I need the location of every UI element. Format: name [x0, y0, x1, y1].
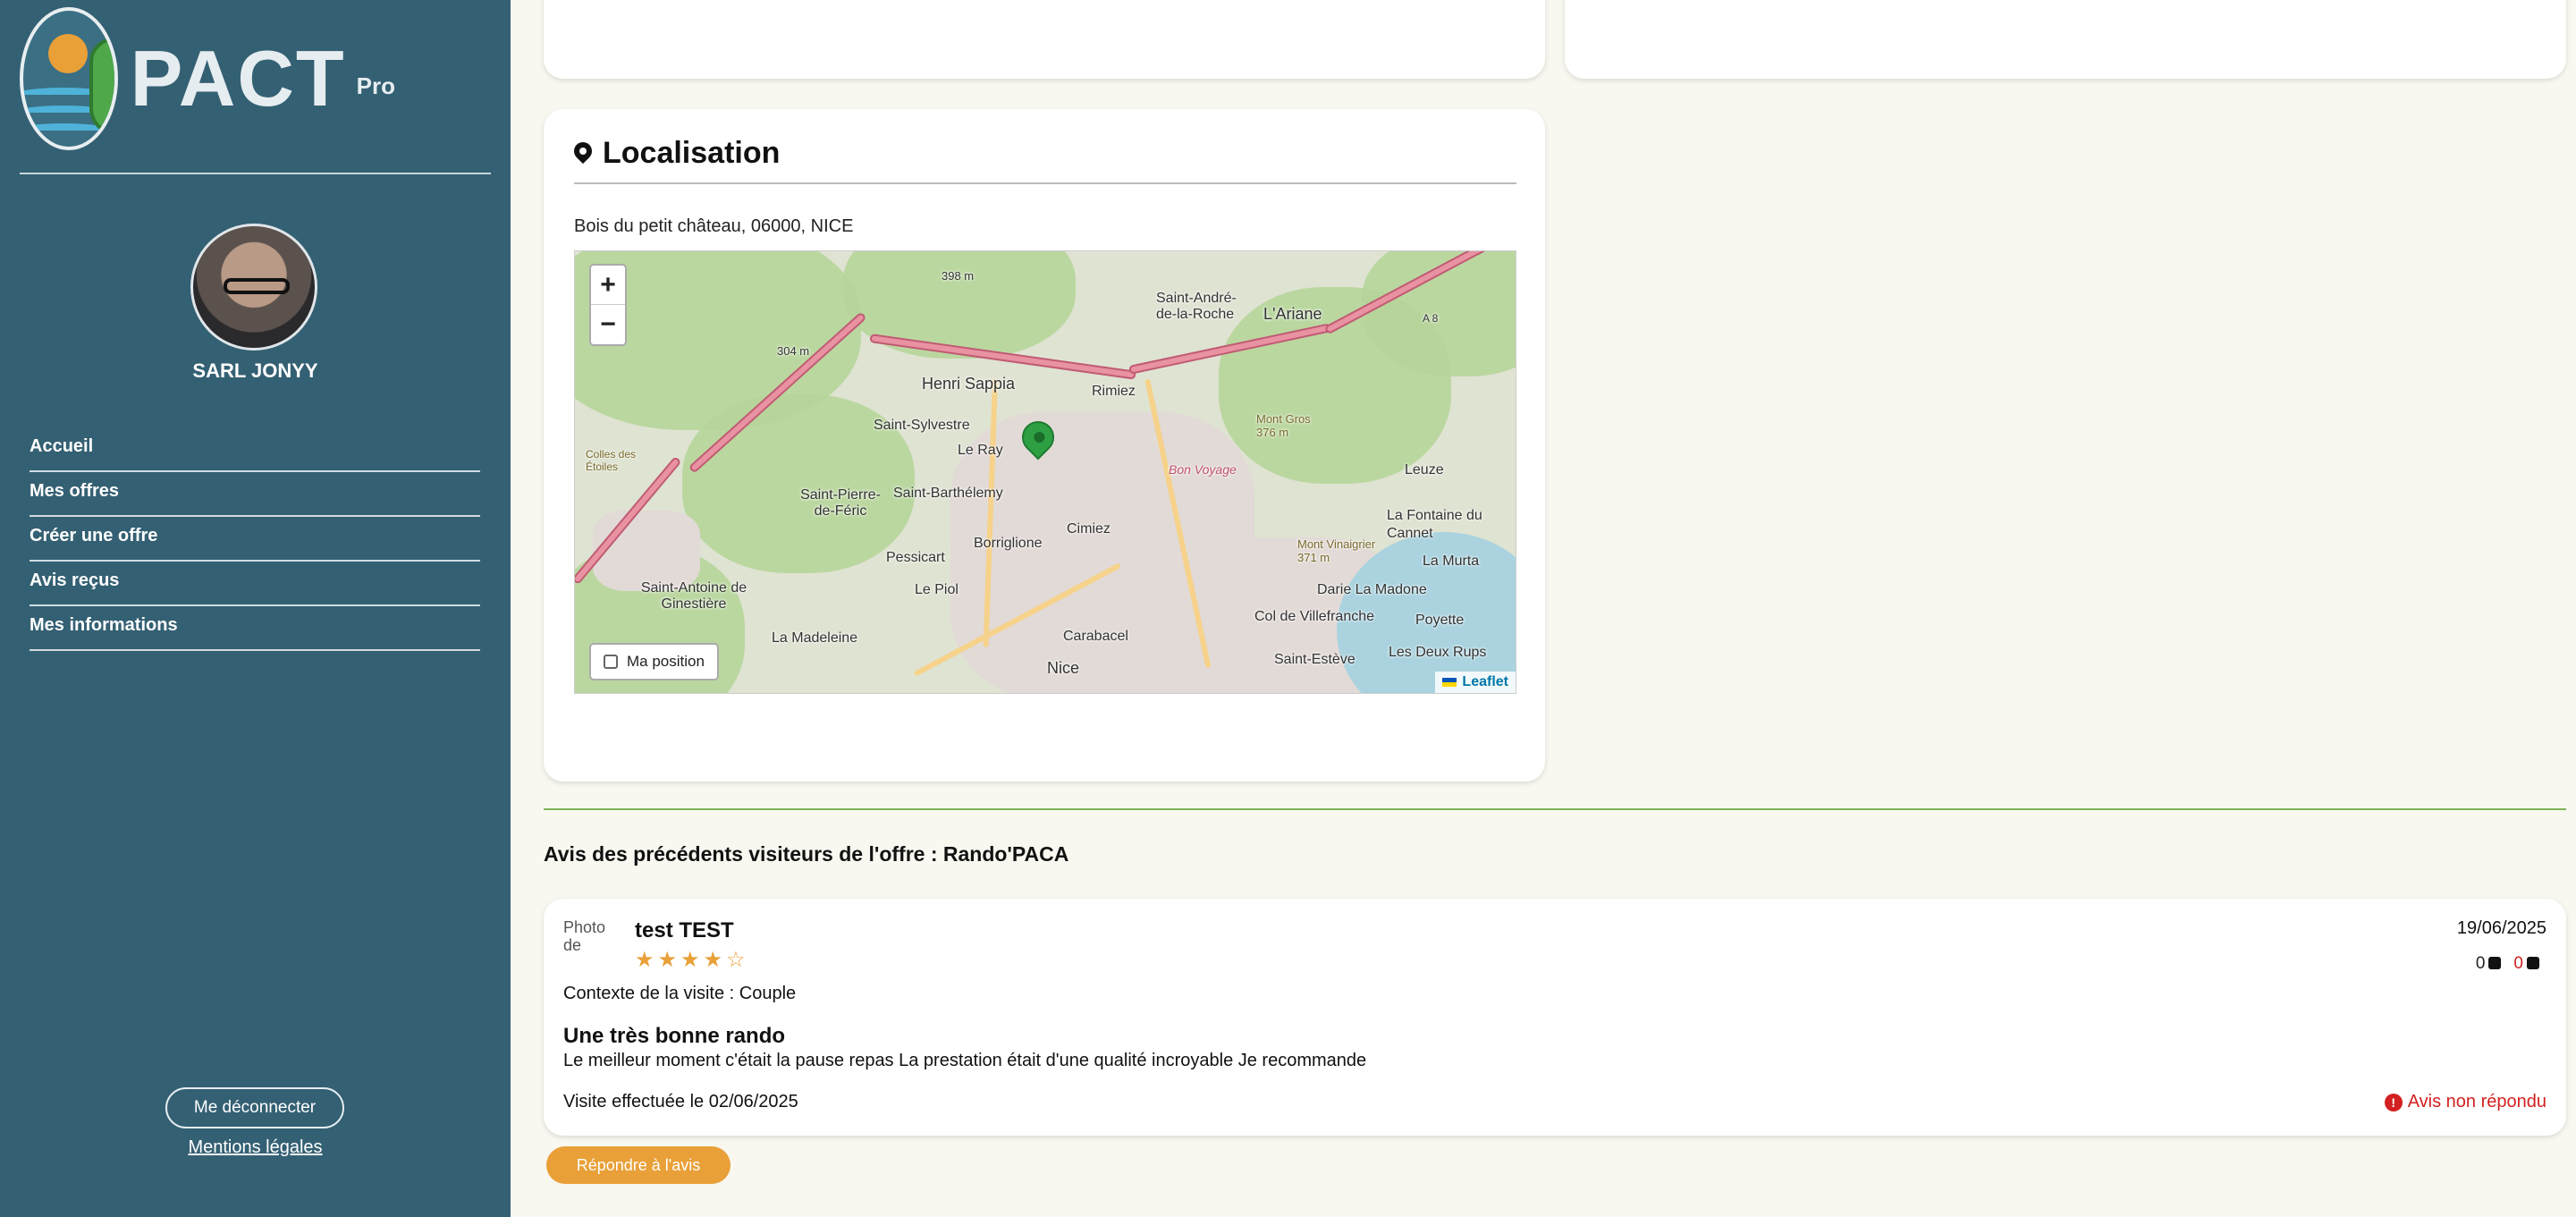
map-attribution: Leaflet	[1435, 672, 1516, 693]
map-label: La Madeleine	[772, 630, 858, 646]
map-label: Col de Villefranche	[1254, 609, 1375, 624]
map-label: Carabacel	[1063, 629, 1128, 644]
my-position-toggle[interactable]: Ma position	[589, 643, 719, 680]
legal-link[interactable]: Mentions légales	[0, 1137, 511, 1158]
map-label: 398 m	[942, 269, 975, 283]
location-address: Bois du petit château, 06000, NICE	[574, 216, 854, 236]
map-label: Mont Vinaigrier 371 m	[1297, 537, 1376, 564]
sidebar-item-mes-offres[interactable]: Mes offres	[30, 472, 480, 517]
my-position-checkbox[interactable]	[604, 655, 618, 669]
sidebar: PACT Pro SARL JONYY Accueil Mes offres C…	[0, 0, 511, 1217]
map-label: Saint-Barthélemy	[893, 486, 1003, 501]
map-label: La Fontaine du Cannet	[1387, 508, 1482, 541]
map-label: Cimiez	[1067, 521, 1111, 537]
thumbs-up-icon	[2488, 957, 2502, 969]
map-label: Le Piol	[915, 582, 959, 597]
logo-badge: Pro	[356, 72, 395, 99]
map-label: Saint-Sylvestre	[874, 418, 970, 433]
map-label: 304 m	[777, 344, 810, 358]
location-card: Localisation Bois du petit château, 0600…	[544, 109, 1545, 782]
map-label: Bon Voyage	[1169, 462, 1237, 477]
map-label: L'Ariane	[1263, 305, 1322, 323]
dislike-button[interactable]: 0	[2513, 954, 2539, 974]
info-card-left	[544, 0, 1545, 79]
like-button[interactable]: 0	[2476, 954, 2502, 974]
map-label: La Murta	[1423, 554, 1480, 569]
reviewer-photo: Photo de	[563, 918, 606, 954]
logout-button[interactable]: Me déconnecter	[165, 1087, 344, 1128]
map-label: Poyette	[1415, 613, 1465, 628]
map-label: Nice	[1047, 659, 1080, 677]
ukraine-flag-icon	[1442, 678, 1457, 687]
info-card-right	[1565, 0, 2566, 79]
map-label: Borriglione	[974, 536, 1043, 551]
company-name: SARL JONYY	[192, 359, 318, 382]
reply-button[interactable]: Répondre à l'avis	[546, 1146, 731, 1184]
map-pin-icon	[574, 142, 592, 165]
map-label: A 8	[1423, 312, 1439, 325]
logo[interactable]: PACT Pro	[20, 0, 395, 156]
my-position-label: Ma position	[627, 653, 705, 670]
alert-icon: !	[2384, 1093, 2403, 1111]
review-status-text: Avis non répondu	[2407, 1092, 2546, 1111]
sidebar-item-mes-informations[interactable]: Mes informations	[30, 606, 480, 651]
reviews-divider	[544, 808, 2566, 810]
map-label: Saint-Pierre-de-Féric	[800, 487, 881, 519]
review-date: 19/06/2025	[2456, 918, 2546, 938]
map-label: Saint-Estève	[1274, 652, 1356, 667]
location-title: Localisation	[574, 136, 780, 171]
zoom-control: + −	[589, 264, 627, 346]
review-visit-date: Visite effectuée le 02/06/2025	[563, 1092, 798, 1111]
review-status: ! Avis non répondu	[2384, 1092, 2546, 1112]
cicada-logo-icon	[20, 6, 118, 150]
sidebar-item-creer-offre[interactable]: Créer une offre	[30, 517, 480, 562]
map-label: Mont Gros 376 m	[1256, 412, 1311, 439]
sidebar-nav: Accueil Mes offres Créer une offre Avis …	[30, 427, 480, 651]
map-label: Leuze	[1405, 462, 1444, 478]
map-label: Pessicart	[886, 550, 945, 565]
avatar	[190, 224, 317, 351]
review-votes: 0 0	[2476, 954, 2539, 974]
map-label: Les Deux Rups	[1389, 645, 1487, 660]
map-label: Rimiez	[1092, 384, 1136, 399]
review-context: Contexte de la visite : Couple	[563, 984, 797, 1003]
review-title: Une très bonne rando	[563, 1024, 786, 1048]
map-label: Saint-Antoine de Ginestière	[640, 580, 747, 612]
thumbs-down-icon	[2527, 957, 2539, 969]
location-divider	[574, 182, 1516, 184]
map[interactable]: 398 m Saint-André-de-la-Roche L'Ariane A…	[574, 250, 1516, 694]
zoom-out-button[interactable]: −	[591, 305, 625, 344]
review-stars-icon: ★★★★☆	[635, 948, 749, 972]
review-author: test TEST	[635, 918, 734, 942]
location-title-text: Localisation	[603, 136, 781, 170]
map-label: Le Ray	[958, 443, 1003, 458]
sidebar-item-avis-recus[interactable]: Avis reçus	[30, 562, 480, 606]
like-count: 0	[2475, 954, 2486, 973]
leaflet-link[interactable]: Leaflet	[1462, 674, 1508, 690]
zoom-in-button[interactable]: +	[591, 266, 625, 305]
sidebar-divider	[20, 173, 491, 174]
review-card: Photo de test TEST ★★★★☆ 19/06/2025 0 0 …	[544, 899, 2566, 1136]
dislike-count: 0	[2513, 954, 2523, 973]
map-label: Colles des Étoiles	[586, 448, 637, 473]
map-label: Darie La Madone	[1317, 582, 1427, 597]
review-text: Le meilleur moment c'était la pause repa…	[563, 1051, 1367, 1070]
reviews-heading: Avis des précédents visiteurs de l'offre…	[544, 842, 1069, 866]
map-label: Henri Sappia	[922, 375, 1016, 393]
sidebar-item-accueil[interactable]: Accueil	[30, 427, 480, 472]
logo-text: PACT	[130, 33, 346, 123]
map-label: Saint-André-de-la-Roche	[1156, 291, 1237, 322]
